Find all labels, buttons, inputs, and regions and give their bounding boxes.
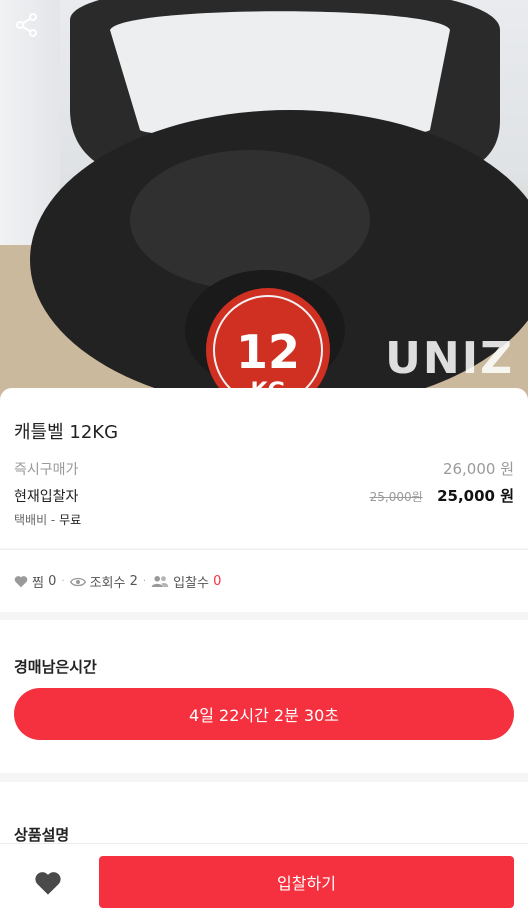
time-remaining: 4일 22시간 2분 30초 [189,706,339,725]
svg-text:12: 12 [236,325,300,379]
timer-section-title: 경매남은시간 [14,658,97,676]
likes-label: 찜 [32,576,44,591]
eye-icon [69,577,86,586]
share-icon [16,13,37,37]
shipping-value: 무료 [59,513,82,527]
shipping-info: 택배비 - 무료 [14,511,81,528]
watermark-logo: UNIZ [385,333,514,384]
share-button[interactable] [14,12,40,38]
time-remaining-bar: 4일 22시간 2분 30초 [14,688,514,740]
heart-icon [35,872,61,895]
bottom-action-bar: 입찰하기 [0,843,528,918]
description-card: 상품설명 [0,782,528,852]
separator-dot: · [142,576,147,587]
product-image[interactable]: 12 KG UNIZ [0,0,528,400]
instant-buy-label: 즉시구매가 [14,461,79,478]
product-title: 캐틀벨 12KG [14,422,119,443]
product-info-card: 캐틀벨 12KG 즉시구매가 26,000 원 현재입찰자 25,000원 25… [0,388,528,548]
bid-button[interactable]: 입찰하기 [99,856,514,908]
current-bid-row: 현재입찰자 25,000원 25,000 원 [14,485,514,506]
users-icon [151,575,169,588]
bids-count: 0 [213,574,222,589]
heart-icon [14,576,28,588]
previous-price: 25,000원 [369,490,423,504]
like-button[interactable] [34,870,62,896]
auction-timer-card: 경매남은시간 4일 22시간 2분 30초 [0,620,528,773]
stats-bar: 찜 0 · 조회수 2 · 입찰수 0 [0,549,528,612]
current-bid-label: 현재입찰자 [14,488,79,505]
views-label: 조회수 [89,576,126,591]
likes-count: 0 [48,574,57,589]
current-price: 25,000 원 [437,487,514,505]
description-title: 상품설명 [14,826,70,844]
shipping-label: 택배비 - [14,513,56,527]
bids-label: 입찰수 [173,576,209,591]
views-count: 2 [129,574,138,589]
instant-buy-row: 즉시구매가 26,000 원 [14,458,514,479]
separator-dot: · [61,576,65,587]
instant-buy-price: 26,000 원 [442,460,514,478]
